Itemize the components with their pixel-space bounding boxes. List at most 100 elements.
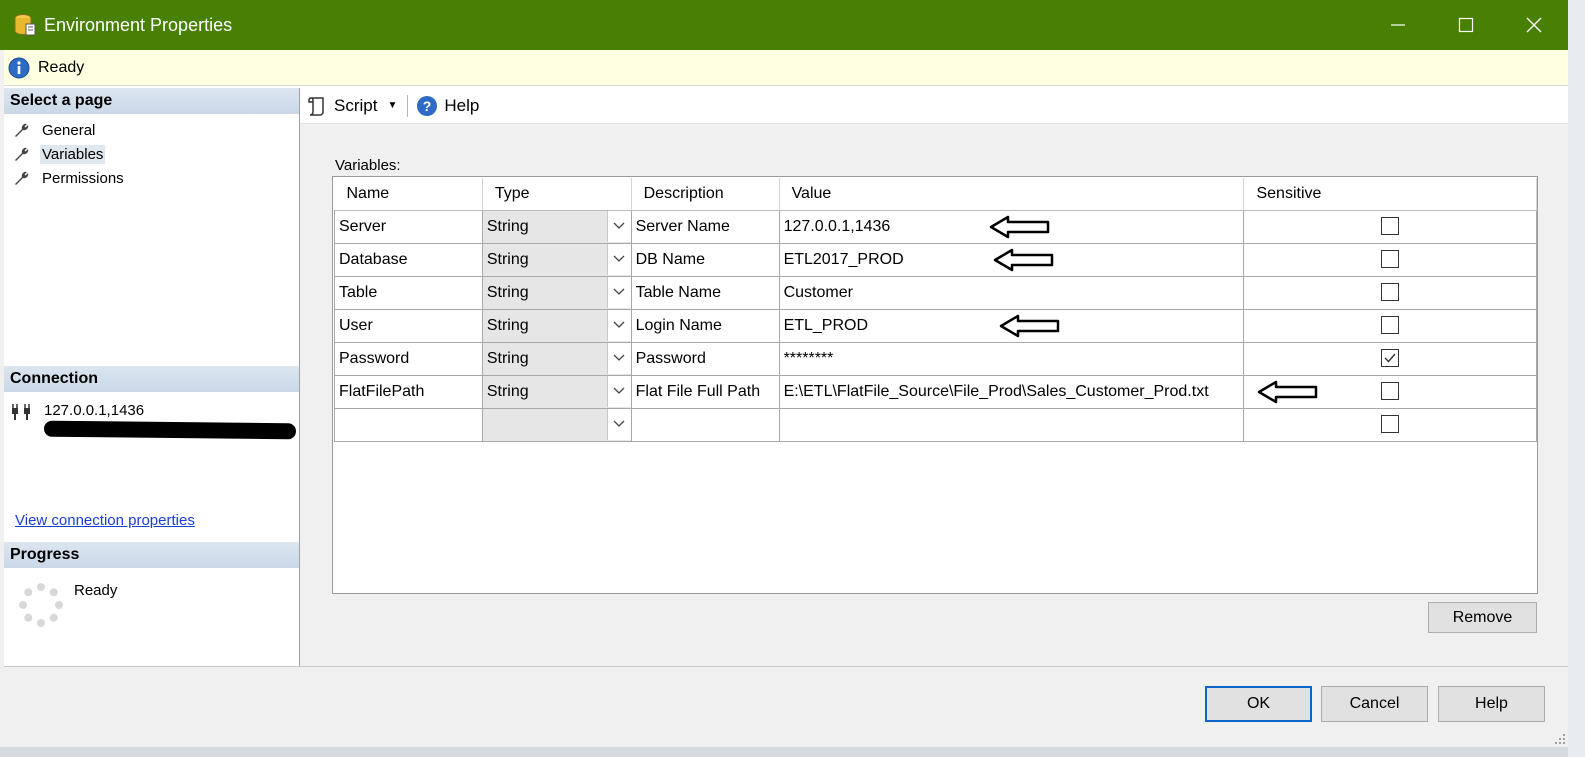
chevron-down-icon[interactable] — [606, 409, 631, 440]
chevron-down-icon[interactable] — [606, 343, 631, 374]
sensitive-checkbox[interactable] — [1381, 217, 1400, 236]
script-label: Script — [334, 95, 378, 115]
chevron-down-icon[interactable] — [606, 211, 631, 242]
chevron-down-icon[interactable] — [606, 310, 631, 341]
select-page-header: Select a page — [4, 88, 299, 114]
app-icon — [14, 13, 36, 37]
annotation-arrow-icon — [999, 314, 1060, 338]
sensitive-checkbox[interactable] — [1381, 283, 1400, 302]
cell-description[interactable] — [630, 407, 780, 442]
cell-description[interactable]: DB Name — [630, 242, 780, 277]
window-frame-right — [1568, 0, 1585, 757]
cell-name[interactable] — [334, 407, 483, 442]
table-row[interactable] — [334, 407, 1537, 442]
left-panel: Select a page General Variables Permissi… — [4, 88, 300, 666]
status-bar: Ready — [4, 50, 1568, 86]
ok-button[interactable]: OK — [1205, 686, 1312, 722]
title-bar[interactable]: Environment Properties — [0, 0, 1568, 50]
cancel-button[interactable]: Cancel — [1321, 686, 1428, 722]
remove-button[interactable]: Remove — [1428, 602, 1537, 633]
table-row[interactable]: Password String Password ******** — [334, 341, 1537, 376]
cell-value[interactable]: Customer — [778, 275, 1245, 310]
table-row[interactable]: Server String Server Name 127.0.0.1,1436 — [334, 209, 1537, 244]
sensitive-checkbox[interactable] — [1381, 316, 1400, 335]
progress-status: Ready — [74, 582, 118, 599]
cell-name[interactable]: FlatFilePath — [334, 374, 483, 409]
sensitive-checkbox[interactable] — [1381, 250, 1400, 269]
status-text: Ready — [38, 58, 85, 76]
close-button[interactable] — [1500, 0, 1568, 50]
chevron-down-icon[interactable] — [606, 277, 631, 308]
maximize-button[interactable] — [1432, 0, 1500, 50]
cell-value[interactable]: E:\ETL\FlatFile_Source\File_Prod\Sales_C… — [778, 374, 1245, 409]
page-item-label: Variables — [40, 144, 106, 164]
cell-type-select[interactable]: String — [481, 374, 632, 409]
cell-name[interactable]: Table — [334, 275, 483, 310]
column-header-sensitive[interactable]: Sensitive — [1243, 178, 1537, 211]
window-frame-bottom — [0, 747, 1568, 757]
dialog-button-bar: OK Cancel Help — [4, 666, 1568, 747]
cell-type-select[interactable]: String — [481, 209, 632, 244]
svg-text:?: ? — [423, 98, 432, 114]
connection-plug-icon — [12, 404, 30, 420]
cell-description[interactable]: Login Name — [630, 308, 780, 343]
connection-section: Connection 127.0.0.1,1436 — [4, 366, 299, 440]
script-icon — [308, 96, 324, 116]
cell-value[interactable]: ******** — [778, 341, 1245, 376]
chevron-down-icon[interactable] — [606, 244, 631, 275]
cell-description[interactable]: Server Name — [630, 209, 780, 244]
cell-type-select[interactable]: String — [481, 308, 632, 343]
cell-description[interactable]: Table Name — [630, 275, 780, 310]
toolbar: Script ▼ ? Help — [300, 88, 1568, 124]
cell-type-select[interactable] — [481, 407, 632, 442]
help-label: Help — [444, 95, 480, 115]
table-row[interactable]: Table String Table Name Customer — [334, 275, 1537, 310]
cell-type-value: String — [486, 316, 529, 334]
minimize-button[interactable] — [1364, 0, 1432, 50]
chevron-down-icon[interactable]: ▼ — [387, 100, 397, 111]
table-row[interactable]: FlatFilePath String Flat File Full Path E:\… — [334, 374, 1537, 409]
cell-name[interactable]: Server — [334, 209, 483, 244]
page-item-label: Permissions — [42, 169, 124, 187]
cell-type-select[interactable]: String — [481, 242, 632, 277]
cell-description[interactable]: Flat File Full Path — [630, 374, 780, 409]
script-button[interactable]: Script ▼ — [306, 95, 397, 117]
cell-sensitive — [1243, 308, 1537, 343]
page-item-permissions[interactable]: Permissions — [4, 166, 299, 190]
cell-description[interactable]: Password — [630, 341, 780, 376]
redaction-mark — [43, 420, 297, 440]
wrench-icon — [15, 123, 29, 137]
sensitive-checkbox[interactable] — [1381, 415, 1400, 434]
table-row[interactable]: User String Login Name ETL_PROD — [334, 308, 1537, 343]
cell-value[interactable] — [778, 407, 1245, 442]
wrench-icon — [15, 147, 29, 161]
view-connection-properties-link[interactable]: View connection properties — [15, 512, 195, 529]
chevron-down-icon[interactable] — [606, 376, 631, 407]
toolbar-separator — [407, 94, 409, 117]
cell-type-select[interactable]: String — [481, 341, 632, 376]
page-item-label: General — [42, 121, 96, 139]
progress-spinner-icon — [19, 583, 63, 627]
cell-name[interactable]: User — [334, 308, 483, 343]
sensitive-checkbox[interactable] — [1381, 349, 1400, 368]
column-header-value[interactable]: Value — [779, 178, 1245, 211]
wrench-icon — [15, 171, 29, 185]
maximize-icon — [1458, 17, 1474, 33]
cell-name[interactable]: Database — [334, 242, 483, 277]
column-header-name[interactable]: Name — [334, 178, 483, 211]
page-item-general[interactable]: General — [4, 118, 299, 142]
variables-grid[interactable]: Name Type Description Value Sensitive Se… — [332, 176, 1538, 594]
column-header-type[interactable]: Type — [482, 178, 632, 211]
sensitive-checkbox[interactable] — [1381, 382, 1400, 401]
table-row[interactable]: Database String DB Name ETL2017_PROD — [334, 242, 1537, 277]
page-item-variables[interactable]: Variables — [4, 142, 299, 166]
variables-label: Variables: — [335, 157, 401, 174]
close-icon — [1526, 17, 1542, 33]
cell-type-select[interactable]: String — [481, 275, 632, 310]
column-header-description[interactable]: Description — [631, 178, 780, 211]
cell-name[interactable]: Password — [334, 341, 483, 376]
toolbar-help-button[interactable]: ? Help — [416, 95, 479, 117]
help-button[interactable]: Help — [1438, 686, 1545, 722]
resize-grip-icon[interactable] — [1554, 733, 1566, 745]
cell-type-value: String — [486, 349, 529, 367]
